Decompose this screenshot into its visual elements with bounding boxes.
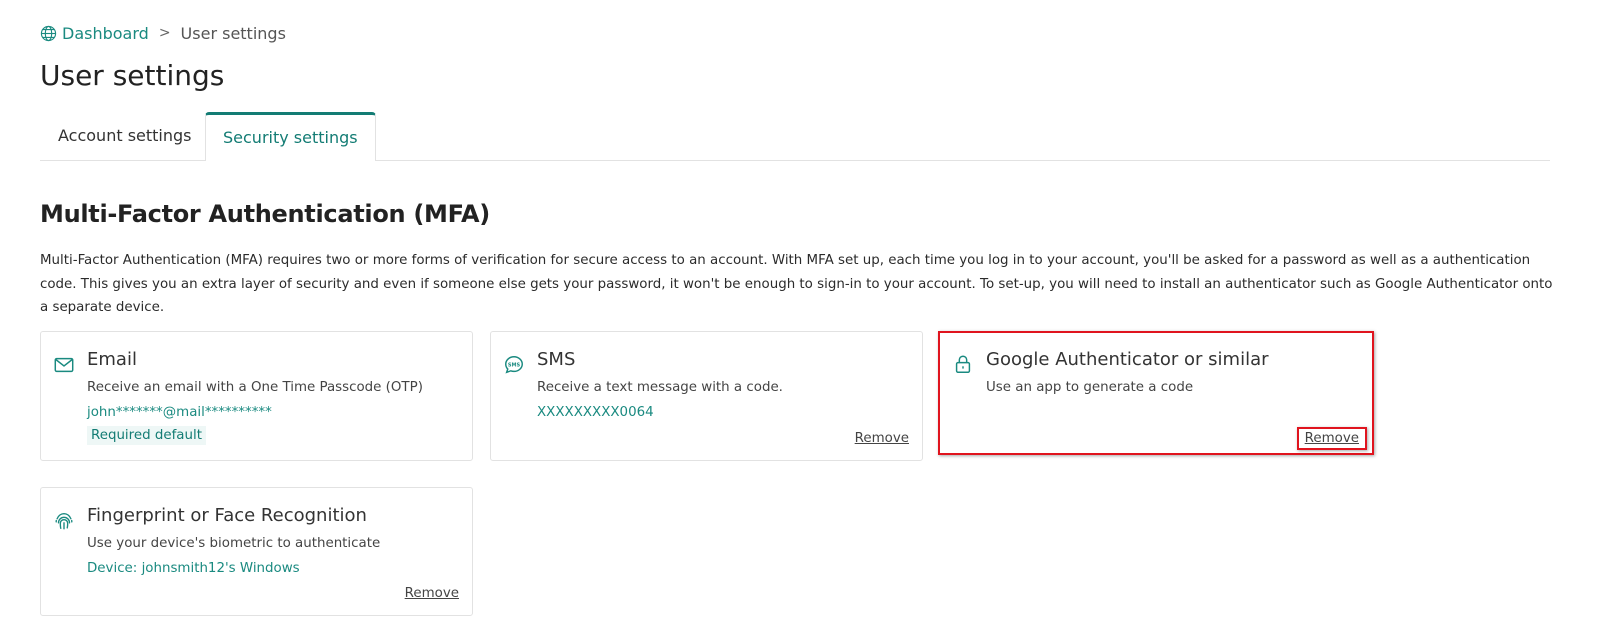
mfa-section-description: Multi-Factor Authentication (MFA) requir… [40, 253, 1553, 315]
mfa-card-description: Use your device's biometric to authentic… [87, 536, 381, 551]
breadcrumb-separator: > [158, 25, 171, 41]
remove-sms-button[interactable]: Remove [855, 431, 909, 446]
envelope-icon [53, 354, 75, 376]
required-default-badge: Required default [87, 426, 206, 445]
breadcrumb: Dashboard > User settings [40, 22, 286, 44]
remove-biometric-button[interactable]: Remove [405, 586, 459, 601]
mfa-card-title: Email [87, 349, 137, 370]
tab-account-settings[interactable]: Account settings [40, 112, 210, 160]
mfa-card-sms: SMS SMS Receive a text message with a co… [490, 331, 923, 461]
tab-security-settings[interactable]: Security settings [205, 112, 376, 161]
mfa-card-title: Fingerprint or Face Recognition [87, 505, 367, 526]
breadcrumb-home-label: Dashboard [62, 23, 149, 43]
mfa-card-description: Receive a text message with a code. [537, 380, 783, 395]
lock-icon [952, 353, 974, 375]
email-address-masked: john*******@mail********** [87, 405, 272, 420]
mfa-card-description: Use an app to generate a code [986, 380, 1194, 395]
breadcrumb-current: User settings [180, 23, 286, 43]
sms-chat-icon: SMS [503, 354, 525, 376]
breadcrumb-home-link[interactable]: Dashboard [40, 24, 149, 43]
fingerprint-icon [53, 510, 75, 532]
globe-icon [40, 25, 57, 41]
mfa-card-google-authenticator: Google Authenticator or similar Use an a… [938, 331, 1374, 455]
mfa-section-title: Multi-Factor Authentication (MFA) [40, 200, 490, 228]
mfa-card-biometric: Fingerprint or Face Recognition Use your… [40, 487, 473, 616]
device-name: Device: johnsmith12's Windows [87, 561, 300, 576]
phone-number-masked: XXXXXXXXX0064 [537, 405, 654, 420]
remove-google-authenticator-button[interactable]: Remove [1296, 427, 1367, 450]
mfa-card-email: Email Receive an email with a One Time P… [40, 331, 473, 461]
mfa-card-title: SMS [537, 349, 576, 370]
mfa-card-title: Google Authenticator or similar [986, 349, 1269, 370]
mfa-card-description: Receive an email with a One Time Passcod… [87, 380, 423, 395]
svg-text:SMS: SMS [508, 362, 521, 368]
page-title: User settings [40, 59, 225, 92]
settings-tabs: Account settings Security settings [40, 112, 1550, 161]
